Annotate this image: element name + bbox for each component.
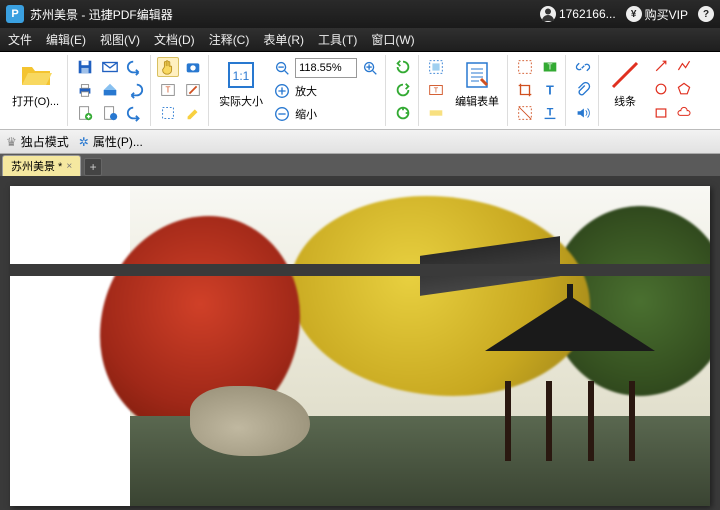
actual-size-button[interactable]: 1:1 实际大小 bbox=[215, 57, 267, 124]
svg-text:T: T bbox=[548, 63, 553, 72]
redo-button[interactable] bbox=[124, 80, 146, 100]
area-select-button[interactable] bbox=[514, 57, 536, 77]
link-button[interactable] bbox=[572, 57, 594, 77]
folder-open-icon bbox=[20, 59, 52, 91]
line-icon bbox=[609, 59, 641, 91]
app-icon: P bbox=[6, 5, 24, 23]
user-icon bbox=[540, 6, 556, 22]
help-icon: ? bbox=[698, 6, 714, 22]
edit-text-button[interactable]: T bbox=[157, 80, 179, 100]
hand-tool-button[interactable] bbox=[157, 57, 179, 77]
svg-text:1:1: 1:1 bbox=[233, 69, 250, 83]
group-form: T 编辑表单 bbox=[421, 55, 508, 126]
open-button[interactable]: 打开(O)... bbox=[8, 57, 63, 111]
polyline-shape-button[interactable] bbox=[674, 57, 694, 75]
print-button[interactable] bbox=[74, 80, 96, 100]
cloud-shape-button[interactable] bbox=[674, 104, 694, 122]
group-quick bbox=[70, 55, 151, 126]
property-bar: ♛ 独占模式 ✲ 属性(P)... bbox=[0, 130, 720, 154]
buy-vip-button[interactable]: ¥ 购买VIP bbox=[626, 6, 688, 23]
zoom-out-step-button[interactable] bbox=[271, 58, 293, 78]
svg-text:T: T bbox=[547, 107, 554, 119]
edit-form-icon bbox=[461, 59, 493, 91]
form-text-button[interactable]: T bbox=[425, 80, 447, 100]
new-page-button[interactable] bbox=[74, 103, 96, 123]
lines-button[interactable]: 线条 bbox=[605, 57, 645, 124]
exclusive-mode-toggle[interactable]: ♛ 独占模式 bbox=[6, 133, 69, 150]
menu-document[interactable]: 文档(D) bbox=[154, 31, 195, 48]
attachment-button[interactable] bbox=[572, 80, 594, 100]
zoom-in-label: 放大 bbox=[295, 83, 317, 99]
group-zoom: 1:1 实际大小 放大 缩小 bbox=[211, 55, 386, 126]
document-viewer[interactable] bbox=[0, 176, 720, 510]
email-button[interactable] bbox=[99, 57, 121, 77]
measure-button[interactable] bbox=[514, 103, 536, 123]
menu-window[interactable]: 窗口(W) bbox=[371, 31, 414, 48]
menu-edit[interactable]: 编辑(E) bbox=[46, 31, 86, 48]
page bbox=[10, 186, 710, 506]
actual-size-icon: 1:1 bbox=[225, 59, 257, 91]
svg-text:T: T bbox=[434, 86, 439, 95]
gear-icon: ✲ bbox=[79, 135, 89, 149]
rectangle-shape-button[interactable] bbox=[651, 104, 671, 122]
page-image bbox=[130, 186, 710, 506]
group-file: 打开(O)... bbox=[4, 55, 68, 126]
user-account[interactable]: 1762166... bbox=[540, 6, 616, 22]
close-tab-icon[interactable]: × bbox=[66, 161, 72, 172]
circle-shape-button[interactable] bbox=[651, 80, 671, 98]
edit-object-button[interactable] bbox=[182, 80, 204, 100]
help-button[interactable]: ? bbox=[698, 6, 714, 22]
menu-annotate[interactable]: 注释(C) bbox=[209, 31, 250, 48]
group-shapes: 线条 bbox=[601, 55, 698, 126]
pentagon-shape-button[interactable] bbox=[674, 80, 694, 98]
zoom-in-button[interactable] bbox=[271, 81, 293, 101]
menu-tools[interactable]: 工具(T) bbox=[318, 31, 357, 48]
crop-button[interactable] bbox=[514, 80, 536, 100]
edit-form-button[interactable]: 编辑表单 bbox=[451, 57, 503, 124]
rotate-view-button[interactable] bbox=[392, 103, 414, 123]
menu-file[interactable]: 文件 bbox=[8, 31, 32, 48]
zoom-out-button[interactable] bbox=[271, 104, 293, 124]
properties-button[interactable]: ✲ 属性(P)... bbox=[79, 133, 143, 150]
zoom-input[interactable] bbox=[295, 58, 357, 78]
group-annotate: T T T bbox=[510, 55, 566, 126]
select-button[interactable] bbox=[157, 103, 179, 123]
rotate-left-button[interactable] bbox=[392, 57, 414, 77]
snapshot-button[interactable] bbox=[182, 57, 204, 77]
save-button[interactable] bbox=[74, 57, 96, 77]
svg-text:T: T bbox=[166, 86, 171, 95]
menu-form[interactable]: 表单(R) bbox=[263, 31, 304, 48]
arrow-shape-button[interactable] bbox=[651, 57, 671, 75]
tab-bar: 苏州美景 * × + bbox=[0, 154, 720, 176]
group-media bbox=[568, 55, 599, 126]
toolbar: 打开(O)... T 1:1 实际大小 bbox=[0, 52, 720, 130]
page-settings-button[interactable] bbox=[99, 103, 121, 123]
text-box-button[interactable]: T bbox=[539, 57, 561, 77]
form-field-button[interactable] bbox=[425, 57, 447, 77]
highlight-button[interactable] bbox=[182, 103, 204, 123]
currency-icon: ¥ bbox=[626, 6, 642, 22]
redo-alt-button[interactable] bbox=[124, 103, 146, 123]
titlebar: P 苏州美景 - 迅捷PDF编辑器 1762166... ¥ 购买VIP ? bbox=[0, 0, 720, 28]
form-highlight-button[interactable] bbox=[425, 103, 447, 123]
document-tab[interactable]: 苏州美景 * × bbox=[2, 155, 81, 176]
rotate-right-button[interactable] bbox=[392, 80, 414, 100]
underline-text-button[interactable]: T bbox=[539, 103, 561, 123]
window-title: 苏州美景 - 迅捷PDF编辑器 bbox=[30, 6, 173, 23]
undo-button[interactable] bbox=[124, 57, 146, 77]
text-tool-button[interactable]: T bbox=[539, 80, 561, 100]
menubar: 文件 编辑(E) 视图(V) 文档(D) 注释(C) 表单(R) 工具(T) 窗… bbox=[0, 28, 720, 52]
crown-icon: ♛ bbox=[6, 135, 17, 149]
svg-text:T: T bbox=[546, 84, 554, 98]
zoom-in-step-button[interactable] bbox=[359, 58, 381, 78]
audio-button[interactable] bbox=[572, 103, 594, 123]
scan-button[interactable] bbox=[99, 80, 121, 100]
new-tab-button[interactable]: + bbox=[84, 158, 102, 176]
group-tools: T bbox=[153, 55, 209, 126]
tab-label: 苏州美景 * bbox=[11, 158, 62, 174]
zoom-out-label: 缩小 bbox=[295, 106, 317, 122]
group-rotate bbox=[388, 55, 419, 126]
menu-view[interactable]: 视图(V) bbox=[100, 31, 140, 48]
